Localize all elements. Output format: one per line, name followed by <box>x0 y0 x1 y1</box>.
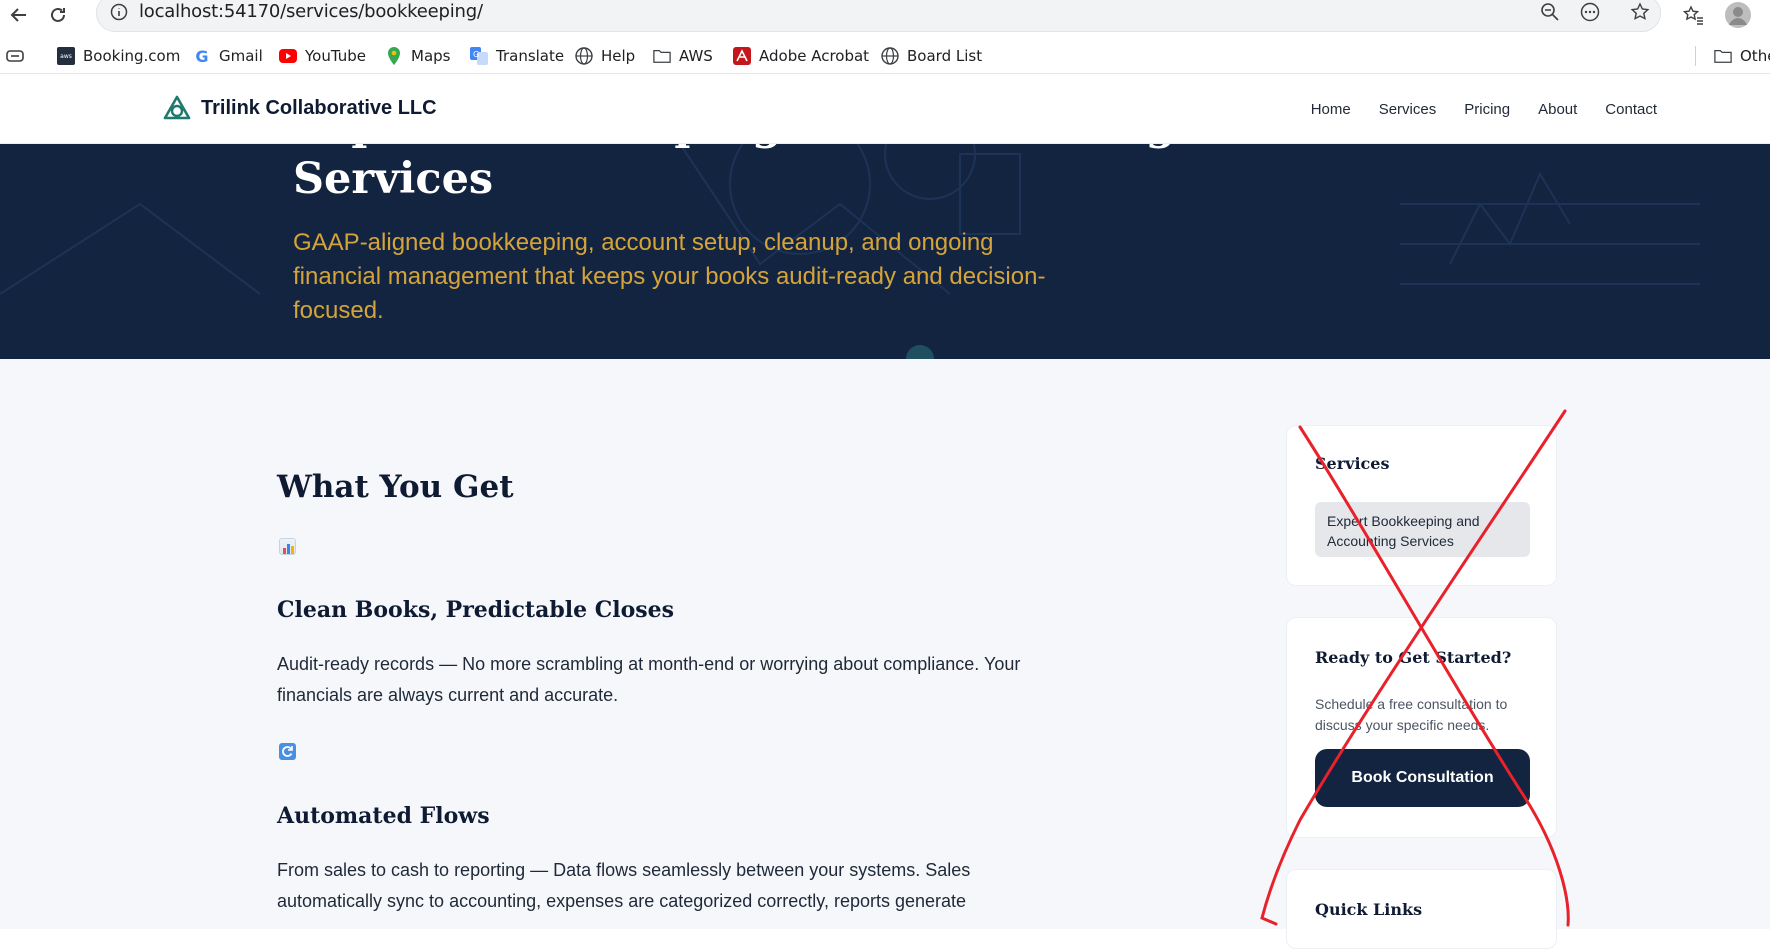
bookmark-maps[interactable]: Maps <box>385 44 450 68</box>
bookmark-label: Gmail <box>219 47 263 65</box>
site-header: Trilink Collaborative LLC Home Services … <box>0 75 1770 144</box>
globe-icon <box>575 47 593 65</box>
bookmark-aws[interactable]: AWS <box>653 44 713 68</box>
browser-toolbar: localhost:54170/services/bookkeeping/ <box>0 0 1770 32</box>
other-bookmarks[interactable]: Othe <box>1714 44 1770 68</box>
services-card: Services Expert Bookkeeping and Accounti… <box>1286 425 1557 586</box>
youtube-icon <box>279 47 297 65</box>
item-text: From sales to cash to reporting — Data f… <box>277 860 971 911</box>
page-menu-icon[interactable] <box>1578 0 1602 24</box>
tab-actions-button[interactable] <box>6 44 26 68</box>
reload-button[interactable] <box>45 2 71 28</box>
translate-icon: G <box>470 47 488 65</box>
hero-subtitle: GAAP-aligned bookkeeping, account setup,… <box>293 229 1046 324</box>
nav-home[interactable]: Home <box>1311 101 1351 118</box>
reload-icon <box>51 7 65 22</box>
folder-icon <box>653 47 671 65</box>
google-icon: G <box>195 46 209 66</box>
bookmarks-divider <box>1695 46 1696 66</box>
services-card-title: Services <box>1315 454 1390 473</box>
avatar-icon <box>1725 2 1751 28</box>
profile-button[interactable] <box>1725 2 1751 28</box>
cta-card: Ready to Get Started? Schedule a free co… <box>1286 617 1557 838</box>
nav-pricing[interactable]: Pricing <box>1464 101 1510 118</box>
bookmark-youtube[interactable]: YouTube <box>279 44 366 68</box>
bar-chart-emoji-icon <box>279 538 296 555</box>
globe-icon <box>881 47 899 65</box>
section-title: What You Get <box>277 469 514 505</box>
nav-contact[interactable]: Contact <box>1605 101 1657 118</box>
aws-icon: aws <box>57 47 75 65</box>
bookmark-label: Help <box>601 47 636 65</box>
address-bar[interactable]: localhost:54170/services/bookkeeping/ <box>96 0 1661 32</box>
bookmark-acrobat[interactable]: Adobe Acrobat <box>733 44 869 68</box>
main-content: What You Get Clean Books, Predictable Cl… <box>0 359 1770 949</box>
bookmark-gmail[interactable]: G Gmail <box>193 44 263 68</box>
back-button[interactable] <box>6 2 32 28</box>
favorites-button[interactable] <box>1680 2 1706 28</box>
bookmark-help[interactable]: Help <box>575 44 635 68</box>
bookmarks-bar: aws Booking.com G Gmail YouTube Maps G T… <box>0 38 1770 74</box>
bookmark-label: Adobe Acrobat <box>759 47 870 65</box>
svg-text:G: G <box>473 50 479 59</box>
brand-link[interactable]: Trilink Collaborative LLC <box>163 95 437 121</box>
favorites-icon <box>1682 5 1703 25</box>
bookmark-label: Board List <box>907 47 983 65</box>
other-bookmarks-label: Othe <box>1740 47 1770 65</box>
main-nav: Home Services Pricing About Contact <box>1311 101 1657 118</box>
brand-name: Trilink Collaborative LLC <box>201 96 437 119</box>
item-title: Clean Books, Predictable Closes <box>277 597 675 623</box>
cta-title: Ready to Get Started? <box>1315 648 1512 667</box>
hero-title: Services <box>293 154 494 204</box>
refresh-emoji-icon <box>279 743 296 760</box>
hero-title-clipped: Expert Bookkeeping and Accounting <box>293 144 1176 150</box>
tab-actions-icon <box>6 50 24 62</box>
bookmark-label: AWS <box>679 47 713 65</box>
zoom-icon[interactable] <box>1538 0 1562 24</box>
url-text: localhost:54170/services/bookkeeping/ <box>139 1 483 22</box>
nav-about[interactable]: About <box>1538 101 1577 118</box>
quick-links-title: Quick Links <box>1315 900 1423 919</box>
bookmark-booking[interactable]: aws Booking.com <box>57 44 180 68</box>
bookmark-board-list[interactable]: Board List <box>881 44 982 68</box>
book-consultation-button[interactable]: Book Consultation <box>1315 749 1530 807</box>
bookmark-label: Booking.com <box>83 47 181 65</box>
folder-icon <box>1714 47 1732 65</box>
bookmark-label: YouTube <box>305 47 366 65</box>
hero-banner: Expert Bookkeeping and Accounting Servic… <box>0 144 1770 359</box>
quick-links-card: Quick Links <box>1286 869 1557 949</box>
bookmark-translate[interactable]: G Translate <box>470 44 564 68</box>
item-text: Audit-ready records — No more scrambling… <box>277 654 1021 705</box>
nav-services[interactable]: Services <box>1379 101 1437 118</box>
bookmark-label: Translate <box>496 47 565 65</box>
cta-text: Schedule a free consultation to discuss … <box>1315 696 1508 733</box>
service-link-bookkeeping[interactable]: Expert Bookkeeping and Accounting Servic… <box>1315 502 1530 557</box>
maps-pin-icon <box>385 47 403 65</box>
bookmark-label: Maps <box>411 47 451 65</box>
item-title: Automated Flows <box>277 803 490 829</box>
acrobat-icon <box>733 47 751 65</box>
star-icon[interactable] <box>1628 0 1652 24</box>
back-arrow-icon <box>10 8 26 22</box>
site-info-icon[interactable] <box>107 0 131 24</box>
trilink-logo-icon <box>163 95 191 120</box>
